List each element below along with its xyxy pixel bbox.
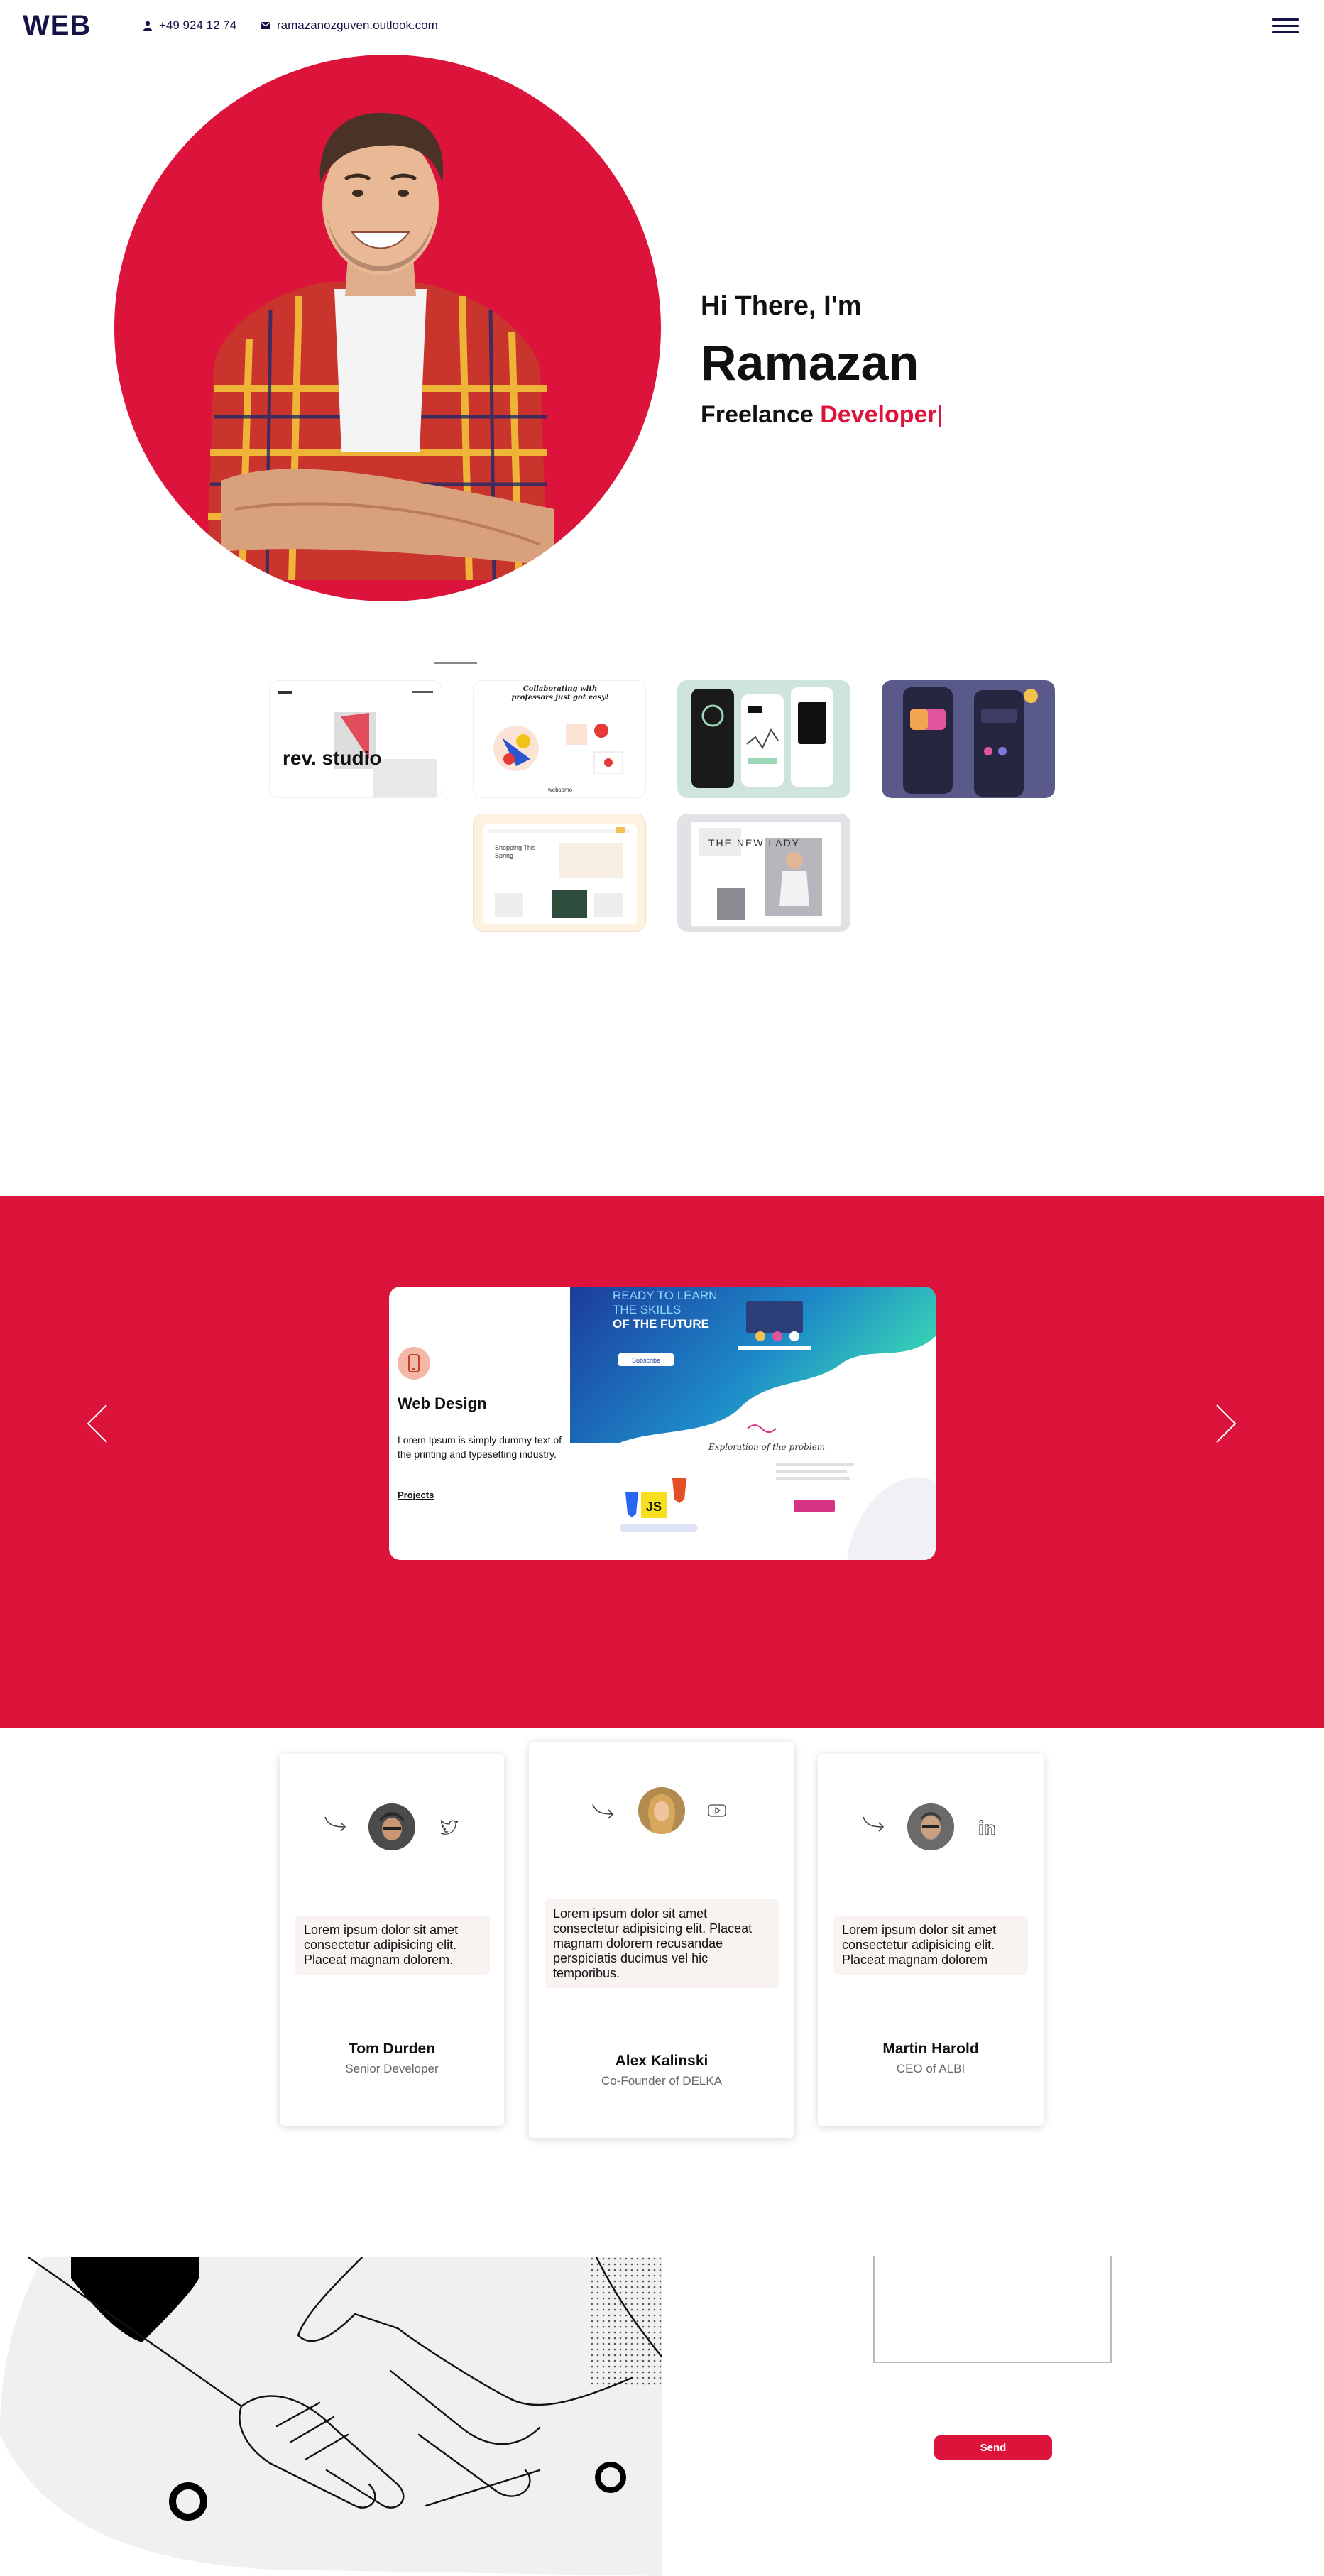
wallet-app-preview — [903, 687, 1038, 797]
web-design-showcase-image: READY TO LEARN THE SKILLS OF THE FUTURE … — [570, 1287, 936, 1560]
portfolio-thumb-collaboration[interactable]: Collaborating with professors just got e… — [473, 680, 646, 798]
testimonial-role: Senior Developer — [345, 2062, 439, 2075]
arrow-curved-icon — [324, 1816, 346, 1832]
hero-role: Freelance Developer| — [701, 401, 943, 429]
thumb-title-new-lady: THE NEW LADY — [708, 837, 800, 848]
email-contact[interactable]: ramazanozguven.outlook.com — [260, 18, 438, 33]
thumb-title-rev: rev. studio — [283, 747, 382, 769]
testimonial-name: Tom Durden — [348, 2041, 436, 2057]
avatar — [907, 1803, 954, 1850]
email-address: ramazanozguven.outlook.com — [277, 18, 438, 32]
user-icon — [143, 21, 152, 31]
site-logo[interactable]: WEB — [23, 10, 91, 42]
testimonial-card: Lorem ipsum dolor sit amet consectetur a… — [818, 1754, 1044, 2126]
mobile-icon — [398, 1347, 430, 1380]
arrow-curved-icon — [863, 1816, 885, 1832]
banner-js: JS — [646, 1500, 662, 1514]
portrait-illustration — [207, 112, 554, 581]
phone-number: +49 924 12 74 — [159, 18, 237, 32]
typing-cursor: | — [936, 401, 943, 428]
testimonial-card: Lorem ipsum dolor sit amet consectetur a… — [529, 1742, 794, 2138]
hero-intro: Hi There, I'm Ramazan Freelance Develope… — [701, 291, 943, 429]
message-textarea[interactable] — [873, 2256, 1112, 2363]
testimonial-quote: Lorem ipsum dolor sit amet consectetur a… — [545, 1899, 779, 1988]
hero-name: Ramazan — [701, 335, 919, 391]
avatar — [368, 1803, 415, 1850]
thumb-caption-collab: websomo — [547, 787, 573, 793]
banner-line1: READY TO LEARN — [613, 1289, 717, 1302]
portfolio-thumb-new-lady[interactable]: THE NEW LADY — [677, 814, 850, 932]
portfolio-thumb-wallet-app[interactable] — [882, 680, 1055, 798]
testimonial-quote: Lorem ipsum dolor sit amet consectetur a… — [833, 1916, 1028, 1975]
slider-next-arrow-icon[interactable] — [1211, 1402, 1240, 1445]
mail-icon — [261, 22, 270, 29]
service-slide-card: Web Design Lorem Ipsum is simply dummy t… — [389, 1287, 936, 1560]
slider-prev-arrow-icon[interactable] — [84, 1402, 112, 1445]
hero-greeting: Hi There, I'm — [701, 291, 862, 321]
avatar — [638, 1787, 685, 1834]
role-prefix: Freelance — [701, 401, 814, 428]
portfolio-thumb-rev-studio[interactable]: rev. studio — [269, 680, 442, 798]
send-button[interactable]: Send — [934, 2435, 1052, 2460]
portfolio-thumb-shopping[interactable]: Shopping This Spring — [473, 814, 646, 932]
hero-portrait — [114, 55, 661, 601]
thumb-title-collab: Collaborating with professors just got e… — [511, 685, 609, 702]
section-divider — [434, 662, 477, 664]
hamburger-menu-icon[interactable] — [1272, 14, 1299, 37]
banner-line3: OF THE FUTURE — [613, 1317, 709, 1331]
handshake-illustration — [0, 2257, 662, 2576]
testimonial-quote: Lorem ipsum dolor sit amet consectetur a… — [295, 1916, 490, 1975]
arrow-curved-icon — [592, 1803, 614, 1819]
banner-subscribe: Subscribe — [632, 1357, 660, 1364]
projects-link[interactable]: Projects — [398, 1490, 434, 1500]
testimonial-role: CEO of ALBI — [896, 2062, 965, 2075]
twitter-icon[interactable] — [439, 1818, 460, 1839]
banner-line2: THE SKILLS — [613, 1303, 681, 1316]
role-accent: Developer — [820, 401, 937, 428]
testimonial-card: Lorem ipsum dolor sit amet consectetur a… — [280, 1754, 504, 2126]
service-description: Lorem Ipsum is simply dummy text of the … — [398, 1434, 562, 1460]
rev-studio-preview: rev. studio — [278, 691, 437, 797]
service-title: Web Design — [398, 1395, 487, 1412]
collaboration-preview: Collaborating with professors just got e… — [493, 685, 623, 793]
testimonial-name: Alex Kalinski — [615, 2053, 708, 2069]
shopping-preview: Shopping This Spring — [483, 824, 637, 924]
testimonial-role: Co-Founder of DELKA — [601, 2074, 723, 2087]
linkedin-icon[interactable] — [977, 1818, 998, 1839]
youtube-icon[interactable] — [706, 1800, 728, 1821]
banner-caption: Exploration of the problem — [708, 1442, 825, 1452]
portfolio-thumb-finance-app[interactable] — [677, 680, 850, 798]
site-header: WEB +49 924 12 74 ramazanozguven.outlook… — [0, 0, 1324, 54]
testimonial-name: Martin Harold — [882, 2041, 979, 2057]
new-lady-preview: THE NEW LADY — [691, 822, 841, 926]
finance-app-preview — [691, 687, 833, 788]
thumb-title-shopping: Shopping This Spring — [495, 844, 536, 859]
phone-contact[interactable]: +49 924 12 74 — [142, 18, 236, 33]
